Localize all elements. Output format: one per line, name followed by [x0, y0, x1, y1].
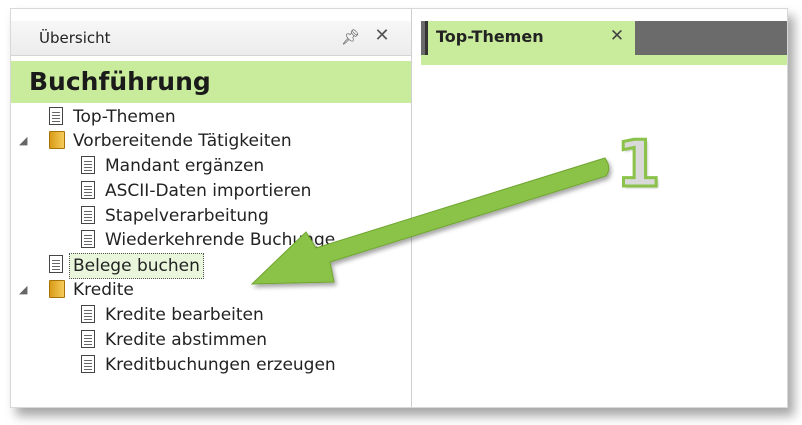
tree-item-label: Belege buchen — [69, 253, 204, 279]
folder-icon — [49, 131, 65, 149]
folder-icon — [49, 280, 65, 298]
tab-top-themen[interactable]: Top-Themen ✕ — [425, 21, 635, 55]
tree-item-label: Mandant ergänzen — [105, 156, 265, 176]
tree-item-label: Kreditbuchungen erzeugen — [105, 355, 336, 375]
section-title: Buchführung — [11, 61, 411, 103]
tree-item-label: Kredite abstimmen — [105, 330, 268, 350]
pin-icon[interactable]: 📌︎ — [341, 27, 360, 47]
document-icon — [81, 330, 95, 348]
app-window: Übersicht 📌︎ ✕ Buchführung Top-Themen ◢ … — [10, 8, 788, 408]
document-icon — [81, 156, 95, 174]
document-icon — [49, 255, 63, 273]
tree-item-label: ASCII-Daten importieren — [105, 181, 312, 201]
document-icon — [49, 107, 63, 125]
document-icon — [81, 305, 95, 323]
tab-label: Top-Themen — [436, 27, 544, 46]
tree-item-label: Vorbereitende Tätigkeiten — [73, 131, 292, 151]
tree-item-label: Kredite bearbeiten — [105, 305, 264, 325]
close-icon[interactable]: ✕ — [373, 26, 391, 46]
expander-icon[interactable]: ◢ — [19, 278, 31, 302]
document-icon — [81, 230, 95, 248]
tree-item-label: Top-Themen — [73, 107, 176, 127]
expander-icon[interactable]: ◢ — [19, 129, 31, 153]
document-icon — [81, 181, 95, 199]
tab-strip: Top-Themen ✕ — [421, 21, 787, 55]
document-icon — [81, 355, 95, 373]
callout-number: 1 — [615, 127, 663, 204]
tab-underline — [421, 55, 787, 65]
content-area — [421, 65, 787, 407]
overview-panel: Übersicht 📌︎ ✕ Buchführung Top-Themen ◢ … — [11, 9, 412, 407]
close-icon[interactable]: ✕ — [608, 25, 626, 47]
tree-item-label: Stapelverarbeitung — [105, 206, 269, 226]
document-icon — [81, 206, 95, 224]
tree-item-label: Kredite — [73, 280, 134, 300]
tree-item-label: Wiederkehrende Buchunge... — [105, 230, 352, 250]
panel-title: Übersicht — [39, 29, 111, 47]
panel-header: Übersicht 📌︎ ✕ — [11, 21, 411, 56]
